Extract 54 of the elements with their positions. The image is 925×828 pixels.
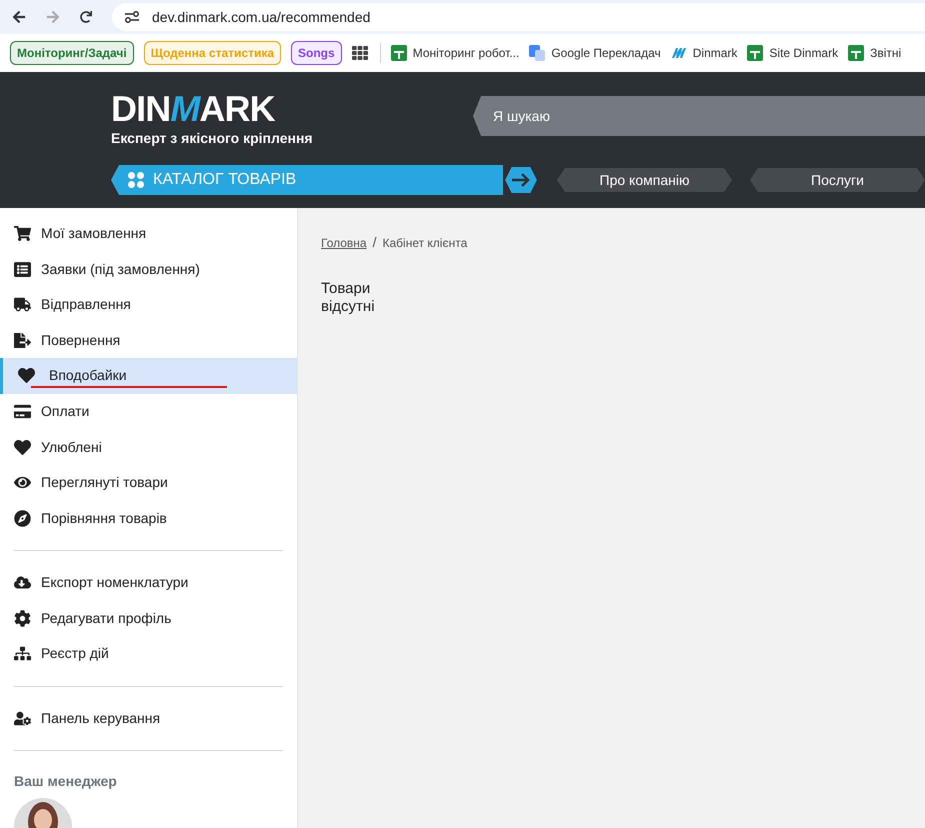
sidebar-item[interactable]: Заявки (під замовлення) [0, 252, 297, 288]
nav-tab[interactable]: Про компанію [557, 168, 732, 192]
sidebar-item[interactable]: Переглянуті товари [0, 464, 297, 500]
sidebar-item[interactable]: Улюблені [0, 429, 297, 465]
breadcrumb-current: Кабінет клієнта [382, 234, 468, 252]
truck-icon [14, 296, 31, 314]
sidebar-item[interactable]: Відправлення [0, 287, 297, 323]
spreadsheet-icon [848, 45, 864, 61]
bookmark-link[interactable]: Звітні [848, 44, 902, 62]
bookmark-link[interactable]: Моніторинг робот... [390, 44, 520, 62]
sidebar-item[interactable]: Реєстр дій [0, 636, 297, 672]
breadcrumb-separator: / [372, 233, 376, 252]
m-logo-icon [670, 45, 687, 61]
logo-tagline: Експерт з якісного кріплення [111, 129, 314, 148]
manager-heading: Ваш менеджер [14, 772, 118, 792]
sidebar-item[interactable]: Вподобайки [0, 358, 297, 394]
nav-tab[interactable]: Послуги [750, 168, 925, 192]
grid-dots-icon [127, 171, 145, 189]
translate-icon [529, 45, 546, 61]
heart-icon [18, 367, 35, 384]
bookmark-link[interactable]: Dinmark [670, 44, 738, 62]
search-field[interactable]: Я шукаю [473, 96, 925, 136]
sitemap-icon [14, 645, 31, 662]
reload-icon[interactable] [80, 11, 92, 23]
cart-icon [14, 225, 31, 242]
spreadsheet-icon [747, 45, 764, 61]
sidebar-item[interactable]: Експорт номенклатури [0, 564, 297, 600]
breadcrumb-link[interactable]: Головна [321, 234, 367, 252]
sidebar-item[interactable]: Порівняння товарів [0, 500, 297, 536]
sidebar-item[interactable]: Оплати [0, 394, 297, 430]
logo[interactable]: DINMARK [111, 92, 473, 126]
compass-icon [14, 510, 31, 527]
address-bar[interactable]: dev.dinmark.com.ua/recommended [112, 3, 925, 31]
back-icon[interactable] [12, 10, 26, 24]
sidebar-item[interactable]: Мої замовлення [0, 216, 297, 252]
user-gear-icon [14, 710, 31, 727]
file-export-icon [14, 332, 31, 349]
cloud-download-icon [14, 574, 31, 592]
bookmark-link[interactable]: Google Перекладач [529, 44, 661, 62]
settings-icon [14, 610, 31, 627]
list-icon [14, 260, 31, 278]
sidebar-item[interactable]: Повернення [0, 322, 297, 358]
heart-icon [14, 438, 31, 456]
apps-grid-icon[interactable] [352, 45, 368, 61]
bookmark-chip[interactable]: Моніторинг/Задачі [10, 41, 134, 65]
sidebar-item[interactable]: Панель керування [0, 700, 297, 736]
spreadsheet-icon [390, 45, 407, 61]
site-settings-icon [124, 10, 140, 24]
sidebar-item[interactable]: Редагувати профіль [0, 600, 297, 636]
bookmark-chip[interactable]: Songs [291, 41, 342, 65]
credit-card-icon [14, 403, 31, 420]
empty-message: Товари відсутні [321, 280, 376, 316]
bookmark-link[interactable]: Site Dinmark [747, 44, 838, 62]
arrow-right-icon[interactable] [503, 165, 539, 195]
